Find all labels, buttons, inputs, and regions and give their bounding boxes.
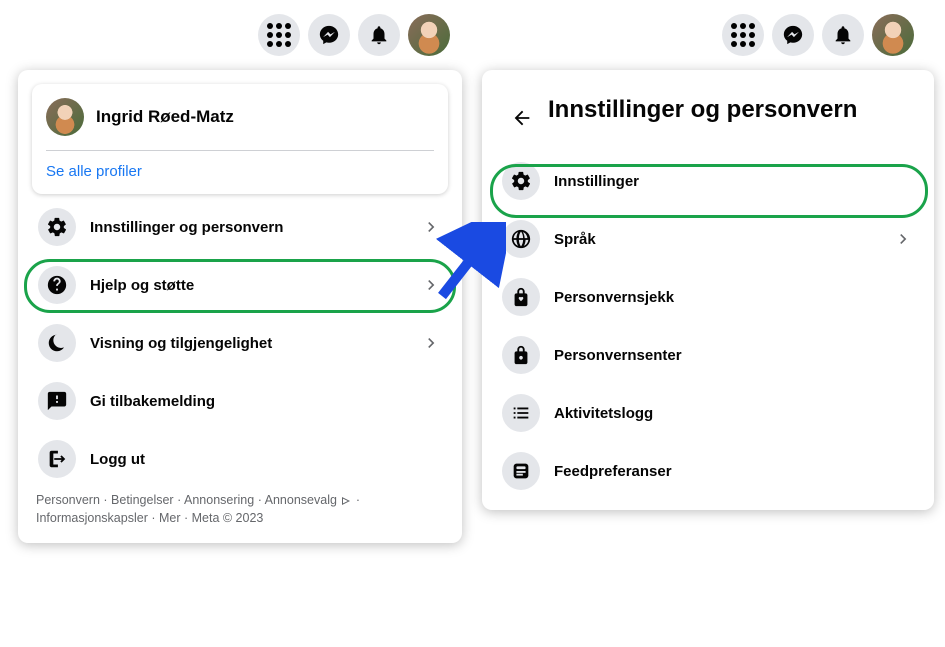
chevron-right-icon <box>420 217 442 237</box>
see-all-profiles-link[interactable]: Se alle profiler <box>46 161 434 184</box>
arrow-left-icon <box>511 107 533 129</box>
menu-item-label: Gi tilbakemelding <box>90 393 442 410</box>
profile-name: Ingrid Røed-Matz <box>96 107 234 127</box>
messenger-icon <box>782 24 804 46</box>
account-menu-list: Innstillinger og personvern Hjelp og stø… <box>26 194 454 490</box>
grid-icon <box>731 23 755 47</box>
menu-item-label: Hjelp og støtte <box>90 277 406 294</box>
menu-item-feed-preferences[interactable]: Feedpreferanser <box>494 442 922 500</box>
menu-item-label: Feedpreferanser <box>554 463 914 480</box>
menu-item-feedback[interactable]: Gi tilbakemelding <box>30 372 450 430</box>
menu-item-help-support[interactable]: Hjelp og støtte <box>30 256 450 314</box>
menu-item-activity-log[interactable]: Aktivitetslogg <box>494 384 922 442</box>
menu-item-label: Personvernsjekk <box>554 289 914 306</box>
settings-privacy-list: Innstillinger Språk Personvernsjekk Pers… <box>490 148 926 502</box>
menu-item-label: Innstillinger <box>554 173 914 190</box>
menu-item-privacy-check[interactable]: Personvernsjekk <box>494 268 922 326</box>
adchoices-icon <box>340 495 352 507</box>
menu-item-label: Visning og tilgjengelighet <box>90 335 406 352</box>
menu-item-label: Aktivitetslogg <box>554 405 914 422</box>
back-button[interactable] <box>504 100 540 136</box>
footer-link[interactable]: Informasjonskapsler <box>36 511 148 525</box>
menu-item-display-accessibility[interactable]: Visning og tilgjengelighet <box>30 314 450 372</box>
notifications-button[interactable] <box>358 14 400 56</box>
feed-icon <box>502 452 540 490</box>
profile-switcher[interactable]: Ingrid Røed-Matz <box>46 98 434 150</box>
footer-link[interactable]: Annonsevalg <box>265 493 337 507</box>
gear-icon <box>502 162 540 200</box>
chevron-right-icon <box>420 275 442 295</box>
notifications-button[interactable] <box>822 14 864 56</box>
logout-icon <box>38 440 76 478</box>
menu-item-privacy-center[interactable]: Personvernsenter <box>494 326 922 384</box>
gear-icon <box>38 208 76 246</box>
menu-item-settings[interactable]: Innstillinger <box>494 152 922 210</box>
lock-heart-icon <box>502 278 540 316</box>
chevron-right-icon <box>892 229 914 249</box>
menu-item-language[interactable]: Språk <box>494 210 922 268</box>
menu-item-label: Språk <box>554 231 878 248</box>
divider <box>46 150 434 151</box>
footer-copyright: Meta © 2023 <box>192 511 264 525</box>
messenger-button[interactable] <box>772 14 814 56</box>
messenger-icon <box>318 24 340 46</box>
footer-link[interactable]: Betingelser <box>111 493 174 507</box>
topbar-right <box>722 14 914 56</box>
footer-links: Personvern · Betingelser · Annonsering ·… <box>26 490 454 535</box>
panel-header: Innstillinger og personvern <box>490 78 926 148</box>
panel-title: Innstillinger og personvern <box>548 94 857 125</box>
bell-icon <box>832 24 854 46</box>
avatar <box>46 98 84 136</box>
footer-link[interactable]: Annonsering <box>184 493 254 507</box>
menu-item-label: Logg ut <box>90 451 442 468</box>
menu-item-label: Personvernsenter <box>554 347 914 364</box>
menu-grid-button[interactable] <box>258 14 300 56</box>
account-avatar-button[interactable] <box>872 14 914 56</box>
menu-grid-button[interactable] <box>722 14 764 56</box>
footer-link[interactable]: Mer <box>159 511 181 525</box>
account-menu-panel: Ingrid Røed-Matz Se alle profiler Innsti… <box>18 70 462 543</box>
menu-item-settings-privacy[interactable]: Innstillinger og personvern <box>30 198 450 256</box>
globe-icon <box>502 220 540 258</box>
messenger-button[interactable] <box>308 14 350 56</box>
account-avatar-button[interactable] <box>408 14 450 56</box>
topbar-left <box>258 14 450 56</box>
chevron-right-icon <box>420 333 442 353</box>
profile-card: Ingrid Røed-Matz Se alle profiler <box>32 84 448 194</box>
footer-link[interactable]: Personvern <box>36 493 100 507</box>
menu-item-logout[interactable]: Logg ut <box>30 430 450 488</box>
list-icon <box>502 394 540 432</box>
lock-icon <box>502 336 540 374</box>
moon-icon <box>38 324 76 362</box>
settings-privacy-panel: Innstillinger og personvern Innstillinge… <box>482 70 934 510</box>
menu-item-label: Innstillinger og personvern <box>90 219 406 236</box>
grid-icon <box>267 23 291 47</box>
question-icon <box>38 266 76 304</box>
bell-icon <box>368 24 390 46</box>
feedback-icon <box>38 382 76 420</box>
